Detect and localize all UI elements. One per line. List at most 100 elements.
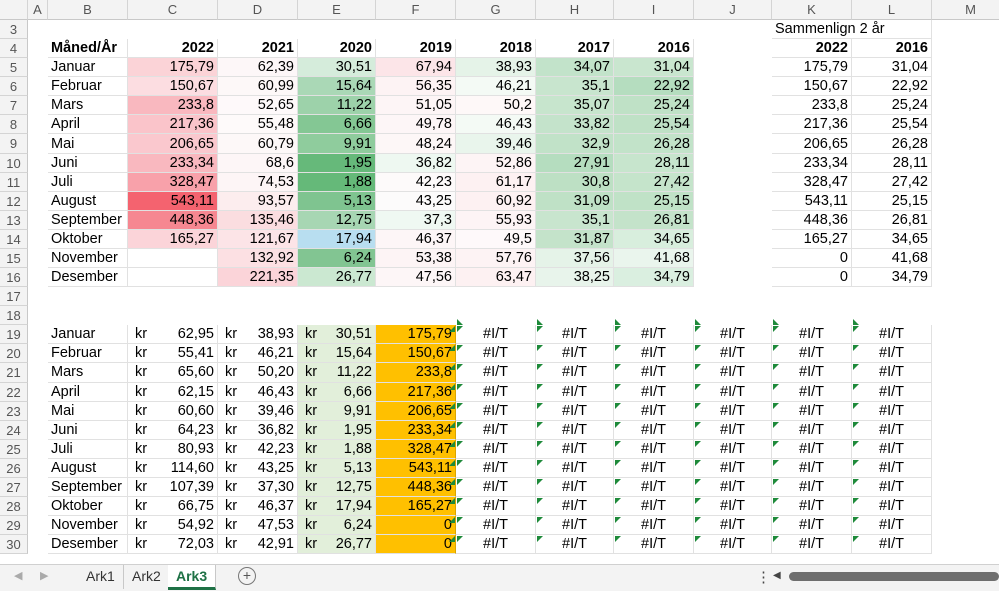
value-cell[interactable]: 46,21 [456,77,536,97]
error-cell[interactable]: #I/T [456,363,536,383]
error-cell[interactable]: #I/T [852,535,932,555]
column-header-f[interactable]: F [376,0,456,20]
column-header-g[interactable]: G [456,0,536,20]
row-header[interactable]: 23 [0,401,28,421]
value-cell[interactable]: 27,42 [614,172,694,192]
error-cell[interactable]: #I/T [614,420,694,440]
error-cell[interactable]: #I/T [536,382,614,402]
year-lowest-cell[interactable]: 206,65 [376,401,456,421]
lowest-cell[interactable]: kr 30,51 [298,325,376,345]
lowest-cell[interactable]: kr 5,13 [298,458,376,478]
scroll-right-icon[interactable]: ▶ [40,569,48,582]
error-cell[interactable]: #I/T [694,420,772,440]
value-cell[interactable]: 60,99 [218,77,298,97]
value-cell[interactable]: 206,65 [128,134,218,154]
table1-header-year[interactable]: 2022 [128,39,218,59]
error-cell[interactable]: #I/T [614,439,694,459]
comparison-cell[interactable]: 0 [772,268,852,288]
comparison-cell[interactable]: 233,34 [772,153,852,173]
value-cell[interactable]: 62,39 [218,58,298,78]
average-cell[interactable]: kr 65,60 [128,363,218,383]
median-cell[interactable]: kr 47,53 [218,516,298,536]
median-cell[interactable]: kr 42,23 [218,439,298,459]
value-cell[interactable]: 25,15 [614,191,694,211]
row-header[interactable]: 30 [0,535,28,555]
comparison-cell[interactable]: 25,15 [852,191,932,211]
average-cell[interactable]: kr 60,60 [128,401,218,421]
value-cell[interactable]: 52,86 [456,153,536,173]
value-cell[interactable]: 41,68 [614,248,694,269]
year-lowest-cell[interactable]: 217,36 [376,382,456,402]
value-cell[interactable]: 63,47 [456,268,536,288]
year-lowest-cell[interactable]: 165,27 [376,497,456,517]
error-cell[interactable]: #I/T [536,344,614,364]
error-cell[interactable]: #I/T [772,382,852,402]
error-cell[interactable]: #I/T [772,344,852,364]
comparison-cell[interactable]: 26,81 [852,210,932,230]
error-cell[interactable]: #I/T [536,535,614,555]
error-cell[interactable]: #I/T [536,516,614,536]
error-cell[interactable]: #I/T [694,497,772,517]
error-cell[interactable]: #I/T [694,363,772,383]
lowest-cell[interactable]: kr 6,24 [298,516,376,536]
value-cell[interactable]: 61,17 [456,172,536,192]
error-cell[interactable]: #I/T [456,535,536,555]
value-cell[interactable]: 132,92 [218,248,298,269]
error-cell[interactable]: #I/T [694,401,772,421]
error-cell[interactable]: #I/T [456,344,536,364]
median-cell[interactable]: kr 46,43 [218,382,298,402]
comparison-cell[interactable]: 25,54 [852,115,932,135]
table1-header-month[interactable]: Måned/År [48,39,128,59]
error-cell[interactable]: #I/T [614,516,694,536]
error-cell[interactable]: #I/T [536,477,614,497]
value-cell[interactable]: 33,82 [536,115,614,135]
error-cell[interactable]: #I/T [614,477,694,497]
table1-header-year[interactable]: 2021 [218,39,298,59]
median-cell[interactable]: kr 43,25 [218,458,298,478]
row-header[interactable]: 3 [0,20,28,40]
value-cell[interactable]: 26,28 [614,134,694,154]
error-cell[interactable]: #I/T [614,535,694,555]
error-cell[interactable]: #I/T [694,516,772,536]
comparison-cell[interactable]: 206,65 [772,134,852,154]
year-lowest-cell[interactable]: 233,34 [376,420,456,440]
average-cell[interactable]: kr 62,15 [128,382,218,402]
table2-header[interactable]: Median [218,306,298,325]
lowest-cell[interactable]: kr 26,77 [298,535,376,555]
comparison-cell[interactable]: 165,27 [772,229,852,249]
row-header[interactable]: 26 [0,458,28,478]
more-options-icon[interactable]: ⋮ [756,568,771,586]
error-cell[interactable]: #I/T [694,344,772,364]
value-cell[interactable]: 38,93 [456,58,536,78]
value-cell[interactable]: 5,13 [298,191,376,211]
error-cell[interactable]: #I/T [852,458,932,478]
value-cell[interactable]: 27,91 [536,153,614,173]
value-cell[interactable]: 233,8 [128,96,218,116]
comparison-cell[interactable]: 34,79 [852,268,932,288]
error-cell[interactable]: #I/T [772,497,852,517]
value-cell[interactable]: 34,79 [614,268,694,288]
median-cell[interactable]: kr 39,46 [218,401,298,421]
year-lowest-cell[interactable]: 0 [376,516,456,536]
value-cell[interactable]: 448,36 [128,210,218,230]
month-label[interactable]: September [48,210,128,230]
column-header-l[interactable]: L [852,0,932,20]
value-cell[interactable]: 22,92 [614,77,694,97]
row-header[interactable]: 24 [0,420,28,440]
month-label[interactable]: Oktober [48,497,128,517]
sheet-tab-ark2[interactable]: Ark2 [124,565,170,589]
comparison-cell[interactable]: 27,42 [852,172,932,192]
month-label[interactable]: Juli [48,439,128,459]
column-header-k[interactable]: K [772,0,852,20]
column-header-m[interactable]: M [932,0,999,20]
value-cell[interactable]: 46,37 [376,229,456,249]
month-label[interactable]: April [48,382,128,402]
value-cell[interactable]: 93,57 [218,191,298,211]
error-cell[interactable]: #I/T [614,344,694,364]
value-cell[interactable] [128,248,218,269]
error-cell[interactable]: #I/T [694,477,772,497]
comparison-cell[interactable]: 233,8 [772,96,852,116]
month-label[interactable]: Mai [48,134,128,154]
value-cell[interactable]: 31,87 [536,229,614,249]
month-label[interactable]: Juni [48,153,128,173]
